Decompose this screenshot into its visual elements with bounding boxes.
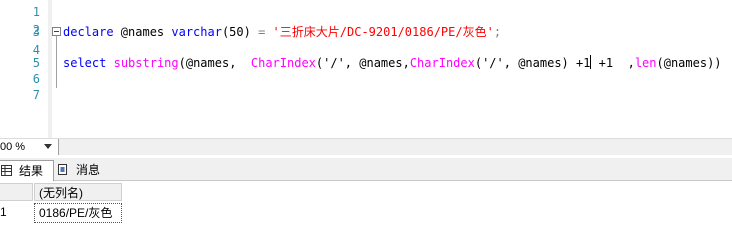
messages-icon	[58, 164, 67, 175]
result-tabs: 结果 消息	[0, 158, 732, 181]
line-number: 1	[32, 5, 40, 19]
result-cell[interactable]: 0186/PE/灰色	[34, 203, 122, 223]
keyword-select: select	[63, 56, 107, 70]
tab-results-label: 结果	[19, 164, 44, 178]
function-charindex-2: CharIndex	[409, 56, 475, 70]
function-len: len	[634, 56, 657, 70]
chevron-down-icon[interactable]	[44, 144, 52, 149]
editor-line-1: 1	[0, 3, 732, 21]
row-header-corner[interactable]	[0, 183, 33, 201]
grid-icon	[1, 165, 12, 176]
type-size: (50)	[221, 25, 251, 39]
editor-statusbar: 00 %	[0, 138, 732, 155]
row-number[interactable]: 1	[0, 203, 33, 221]
len-args: (@names))	[656, 56, 722, 70]
line-number: 7	[32, 88, 40, 102]
plus-one: +1 ,	[591, 56, 635, 70]
zoom-value: 00 %	[0, 141, 26, 153]
editor-line-7: 7	[0, 86, 732, 104]
charindex-args-1: ('/', @names,	[315, 56, 410, 70]
zoom-dropdown[interactable]: 00 %	[0, 139, 59, 155]
query-editor[interactable]: 1 2 3 declare @names varchar(50) = '三折床大…	[0, 0, 732, 138]
tab-messages-label: 消息	[76, 163, 101, 177]
function-substring: substring	[113, 56, 179, 70]
keyword-varchar: varchar	[171, 25, 222, 39]
function-charindex-1: CharIndex	[250, 56, 316, 70]
editor-line-3[interactable]: 3 declare @names varchar(50) = '三折床大片/DC…	[0, 23, 732, 41]
line-number: 3	[32, 25, 40, 39]
semicolon: ;	[493, 25, 502, 39]
tab-messages[interactable]: 消息	[56, 160, 108, 180]
keyword-declare: declare	[63, 25, 114, 39]
collapse-icon[interactable]	[52, 27, 61, 36]
substring-args-start: (@names,	[178, 56, 251, 70]
code-line-3[interactable]: declare @names varchar(50) = '三折床大片/DC-9…	[63, 23, 501, 41]
equals-operator: =	[250, 25, 273, 39]
string-literal: '三折床大片/DC-9201/0186/PE/灰色'	[272, 25, 494, 39]
variable-name: @names	[113, 25, 172, 39]
tab-results[interactable]: 结果	[0, 160, 54, 181]
charindex-args-2: ('/', @names) +1	[474, 56, 591, 70]
column-header[interactable]: (无列名)	[34, 183, 122, 201]
results-grid[interactable]: (无列名) 1 0186/PE/灰色	[0, 181, 732, 250]
